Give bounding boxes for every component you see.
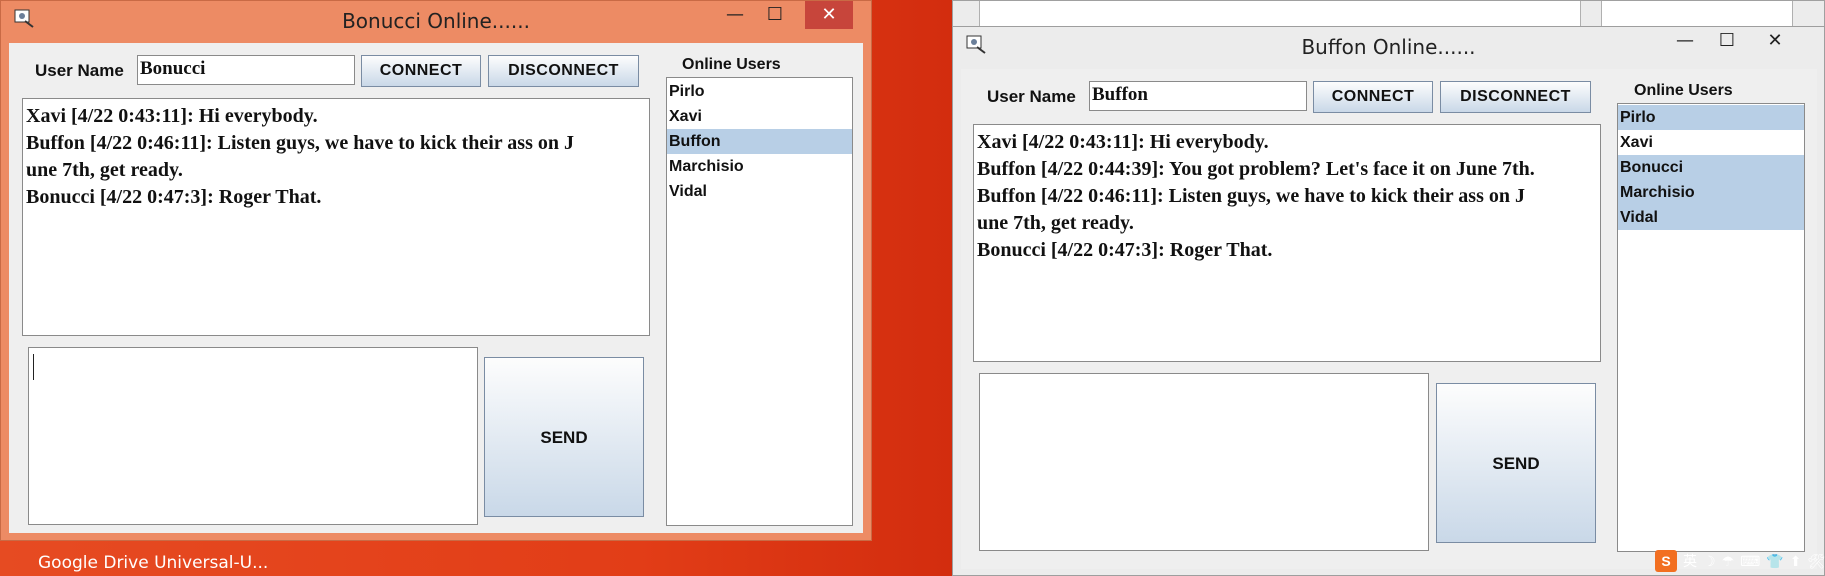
taskbar-items[interactable]: Google Drive Universal-U... bbox=[38, 553, 268, 573]
client-area: User Name Buffon CONNECT DISCONNECT Onli… bbox=[961, 69, 1817, 569]
send-button[interactable]: SEND bbox=[484, 357, 644, 517]
chat-message: Xavi [4/22 0:43:11]: Hi everybody. bbox=[26, 105, 318, 127]
title-bar[interactable]: Bonucci Online...... — ☐ ✕ bbox=[1, 1, 871, 41]
user-item-xavi[interactable]: Xavi bbox=[667, 104, 852, 129]
online-users-list[interactable]: Pirlo Xavi Bonucci Marchisio Vidal bbox=[1617, 103, 1805, 552]
online-users-label: Online Users bbox=[1634, 82, 1733, 99]
user-item-bonucci[interactable]: Bonucci bbox=[1618, 155, 1804, 180]
chat-message: Buffon [4/22 0:46:11]: Listen guys, we h… bbox=[26, 132, 574, 181]
message-input[interactable] bbox=[979, 373, 1429, 551]
background-window-panel bbox=[1601, 1, 1793, 29]
chat-message: Xavi [4/22 0:43:11]: Hi everybody. bbox=[977, 131, 1269, 153]
disconnect-button[interactable]: DISCONNECT bbox=[488, 55, 639, 87]
umbrella-icon[interactable]: ☂ bbox=[1722, 553, 1735, 570]
tools-icon[interactable]: 🛠 bbox=[1808, 553, 1825, 570]
disconnect-button[interactable]: DISCONNECT bbox=[1440, 81, 1591, 113]
send-button[interactable]: SEND bbox=[1436, 383, 1596, 543]
close-icon[interactable]: ✕ bbox=[1753, 27, 1797, 55]
user-item-vidal[interactable]: Vidal bbox=[1618, 205, 1804, 230]
user-item-marchisio[interactable]: Marchisio bbox=[1618, 180, 1804, 205]
minimize-icon[interactable]: — bbox=[1663, 27, 1707, 55]
connect-button[interactable]: CONNECT bbox=[1313, 81, 1433, 113]
background-window-panel bbox=[979, 1, 1581, 29]
moon-icon[interactable]: ☽ bbox=[1703, 553, 1716, 570]
chat-window-buffon: Buffon Online...... — ☐ ✕ User Name Buff… bbox=[952, 26, 1825, 576]
user-name-input[interactable]: Bonucci bbox=[137, 55, 355, 85]
user-name-label: User Name bbox=[35, 61, 124, 80]
maximize-icon[interactable]: ☐ bbox=[753, 1, 797, 29]
online-users-list[interactable]: Pirlo Xavi Buffon Marchisio Vidal bbox=[666, 77, 853, 526]
upload-icon[interactable]: ⬆ bbox=[1790, 553, 1802, 570]
shirt-icon[interactable]: 👕 bbox=[1766, 553, 1783, 570]
ime-language-icon[interactable]: 英 bbox=[1683, 551, 1697, 571]
user-item-marchisio[interactable]: Marchisio bbox=[667, 154, 852, 179]
chat-message: Bonucci [4/22 0:47:3]: Roger That. bbox=[26, 186, 322, 208]
client-area: User Name Bonucci CONNECT DISCONNECT Onl… bbox=[9, 43, 863, 533]
chat-message: Buffon [4/22 0:44:39]: You got problem? … bbox=[977, 158, 1535, 180]
chat-message: Bonucci [4/22 0:47:3]: Roger That. bbox=[977, 239, 1273, 261]
ime-logo-icon[interactable]: S bbox=[1655, 550, 1677, 572]
user-item-vidal[interactable]: Vidal bbox=[667, 179, 852, 204]
connect-button[interactable]: CONNECT bbox=[361, 55, 481, 87]
user-item-pirlo[interactable]: Pirlo bbox=[667, 79, 852, 104]
text-caret bbox=[33, 354, 34, 380]
online-users-label: Online Users bbox=[682, 56, 781, 73]
keyboard-icon[interactable]: ⌨ bbox=[1740, 553, 1760, 570]
chat-window-bonucci: Bonucci Online...... — ☐ ✕ User Name Bon… bbox=[0, 0, 872, 541]
maximize-icon[interactable]: ☐ bbox=[1705, 27, 1749, 55]
user-item-pirlo[interactable]: Pirlo bbox=[1618, 105, 1804, 130]
message-input[interactable] bbox=[28, 347, 478, 525]
system-tray: S 英 ☽ ☂ ⌨ 👕 ⬆ 🛠 bbox=[1655, 548, 1825, 574]
title-bar[interactable]: Buffon Online...... — ☐ ✕ bbox=[953, 27, 1824, 67]
chat-message: Buffon [4/22 0:46:11]: Listen guys, we h… bbox=[977, 185, 1525, 234]
chat-history[interactable]: Xavi [4/22 0:43:11]: Hi everybody. Buffo… bbox=[973, 124, 1601, 362]
close-icon[interactable]: ✕ bbox=[805, 1, 853, 29]
minimize-icon[interactable]: — bbox=[713, 1, 757, 29]
chat-history[interactable]: Xavi [4/22 0:43:11]: Hi everybody. Buffo… bbox=[22, 98, 650, 336]
user-name-input[interactable]: Buffon bbox=[1089, 81, 1307, 111]
user-name-label: User Name bbox=[987, 87, 1076, 106]
user-item-buffon[interactable]: Buffon bbox=[667, 129, 852, 154]
user-item-xavi[interactable]: Xavi bbox=[1618, 130, 1804, 155]
